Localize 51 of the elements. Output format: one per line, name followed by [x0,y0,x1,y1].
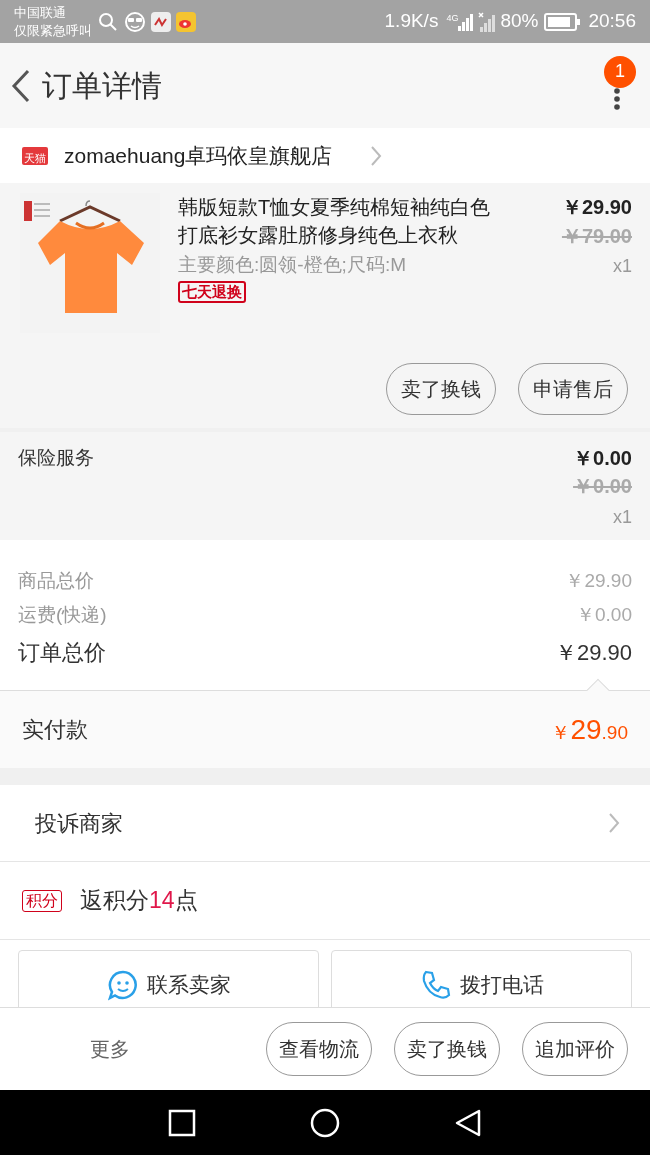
summary-label: 订单总价 [18,638,106,667]
product-price: ￥29.90 [561,195,632,220]
no-signal-icon [478,11,497,32]
chat-face-icon [106,969,139,1001]
action-button[interactable]: 查看物流 [266,1022,372,1076]
search-icon [98,11,118,32]
original-price: ￥79.00 [561,224,632,249]
home-icon [310,1107,340,1138]
store-name[interactable]: zomaehuang卓玛依皇旗舰店 [64,139,333,172]
clock-time: 20:56 [588,9,636,34]
return-policy-tag: 七天退换 [178,281,246,303]
more-button[interactable]: 更多 [90,1034,130,1064]
points-text: 返积分14点 [80,886,198,916]
carrier-name: 中国联通 [14,3,67,22]
chevron-right-icon [608,812,620,834]
recents-icon [166,1107,197,1138]
store-logo: 天猫 [22,146,48,165]
product-spec: 主要颜色:圆领-橙色;尺码:M [178,253,407,277]
original-price: ￥0.00 [573,474,632,499]
insurance-label: 保险服务 [18,446,94,470]
product-title[interactable]: 韩版短款T恤女夏季纯棉短袖纯白色打底衫女露肚脐修身纯色上衣秋 [178,193,508,249]
product-quantity: x1 [613,255,632,278]
summary-value: ￥29.90 [565,568,632,593]
action-button[interactable]: 卖了换钱 [394,1022,500,1076]
summary-value: ￥29.90 [554,638,632,667]
weibo-icon [176,11,196,32]
action-button[interactable]: 追加评价 [522,1022,628,1076]
emergency-text: 仅限紧急呼叫 [14,21,92,40]
network-speed: 1.9K/s [384,9,439,34]
battery-icon [544,12,581,31]
insurance-price: ￥0.00 [573,446,632,470]
summary-label: 运费(快递) [18,602,107,627]
paid-label: 实付款 [22,716,88,744]
face-icon [124,10,146,33]
app-icon [151,11,171,32]
battery-percent: 80% [500,9,539,34]
insurance-quantity: x1 [613,506,632,529]
action-button[interactable]: 申请售后 [518,363,628,415]
more-dots-icon [614,87,620,110]
notification-badge: 1 [604,55,636,88]
page-title: 订单详情 [42,68,162,104]
summary-value: ￥0.00 [576,602,632,627]
action-button[interactable]: 卖了换钱 [386,363,496,415]
chevron-right-icon [370,144,382,167]
complaint-label: 投诉商家 [35,809,123,838]
signal-icon [458,12,475,31]
complaint-row[interactable]: 投诉商家 [0,785,650,862]
summary-label: 商品总价 [18,568,94,593]
paid-amount: ￥29.90 [551,712,628,747]
network-type: 4G [446,12,459,23]
points-tag: 积分 [22,889,62,912]
